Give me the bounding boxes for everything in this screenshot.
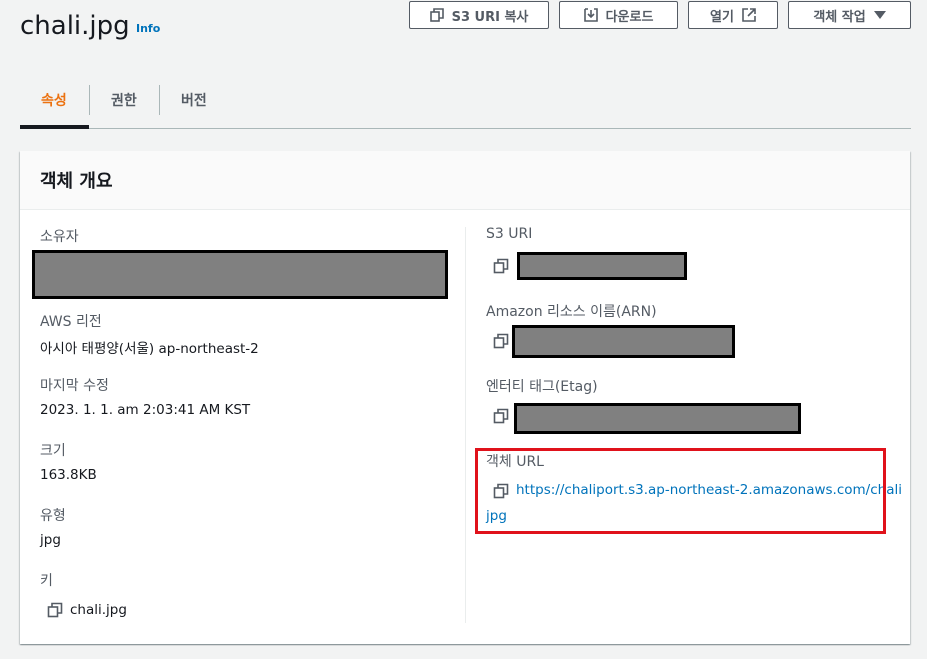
type-value: jpg <box>40 532 61 548</box>
owner-redaction <box>32 250 448 299</box>
open-button[interactable]: 열기 <box>688 1 778 29</box>
tab-divider <box>89 85 90 115</box>
size-value: 163.8KB <box>40 467 97 483</box>
object-overview-panel: 객체 개요 <box>20 151 910 644</box>
etag-redaction <box>514 403 801 434</box>
tab-properties[interactable]: 속성 <box>41 90 67 110</box>
tab-divider <box>159 85 160 115</box>
key-value: chali.jpg <box>70 602 127 618</box>
copy-icon <box>429 8 444 22</box>
copy-icon[interactable] <box>493 258 509 274</box>
copy-icon[interactable] <box>493 333 509 349</box>
owner-label: 소유자 <box>40 229 79 245</box>
type-label: 유형 <box>40 508 66 524</box>
copy-s3-uri-label: S3 URI 복사 <box>451 9 529 25</box>
modified-label: 마지막 수정 <box>40 378 109 394</box>
modified-value: 2023. 1. 1. am 2:03:41 AM KST <box>40 402 251 418</box>
panel-title: 객체 개요 <box>40 171 113 192</box>
download-label: 다운로드 <box>605 9 654 25</box>
object-url-highlight-box <box>475 448 886 534</box>
download-button[interactable]: 다운로드 <box>559 1 678 29</box>
object-actions-label: 객체 작업 <box>813 9 866 25</box>
etag-label: 엔터티 태그(Etag) <box>486 379 598 395</box>
caret-down-icon <box>873 11 886 19</box>
arn-label: Amazon 리소스 이름(ARN) <box>486 304 657 320</box>
panel-header: 객체 개요 <box>20 151 910 210</box>
column-divider <box>465 227 466 623</box>
tab-versions[interactable]: 버전 <box>181 90 207 110</box>
info-link[interactable]: Info <box>136 22 160 35</box>
copy-s3-uri-button[interactable]: S3 URI 복사 <box>409 1 549 29</box>
active-tab-indicator <box>20 125 89 129</box>
copy-icon[interactable] <box>47 602 63 618</box>
external-link-icon <box>742 8 756 22</box>
arn-redaction <box>512 325 735 358</box>
region-value: 아시아 태평양(서울) ap-northeast-2 <box>40 341 259 357</box>
key-label: 키 <box>40 573 53 589</box>
object-actions-button[interactable]: 객체 작업 <box>788 1 911 29</box>
s3-uri-label: S3 URI <box>486 226 533 242</box>
page-title: chali.jpg <box>20 11 130 41</box>
open-label: 열기 <box>710 9 734 25</box>
tab-permissions[interactable]: 권한 <box>111 90 137 110</box>
s3-uri-redaction <box>517 252 687 280</box>
region-label: AWS 리전 <box>40 314 102 330</box>
copy-icon[interactable] <box>493 408 509 424</box>
tabs-rule <box>20 128 911 129</box>
size-label: 크기 <box>40 443 66 459</box>
download-icon <box>583 8 598 22</box>
